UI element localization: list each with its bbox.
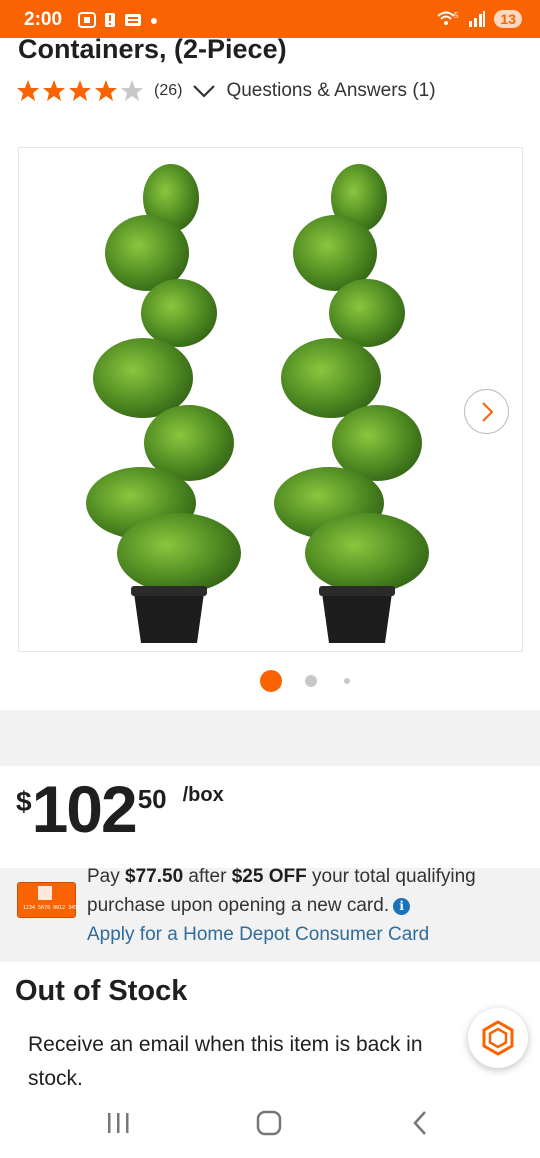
system-navigation-bar [0,1098,540,1158]
gallery-pagination [0,669,540,693]
home-depot-logo [38,886,52,900]
back-icon[interactable] [408,1110,434,1136]
credit-card-promo: 1234 5678 9012 3456 Pay $77.50 after $25… [0,866,540,962]
star-icon [17,80,39,101]
stock-status-title: Out of Stock [15,975,188,1007]
status-system-icons: 5 13 [436,10,522,28]
dot-icon [151,18,157,24]
section-divider [0,710,540,766]
battery-icon: 13 [494,10,522,28]
pagination-dot-active[interactable] [260,670,282,692]
promo-text: Pay $77.50 after $25 OFF your total qual… [87,862,507,949]
home-icon[interactable] [256,1110,282,1136]
product-image [274,164,429,643]
alert-icon [105,13,115,27]
product-title: Containers, (2-Piece) [18,34,287,64]
star-icon [95,80,117,101]
promo-discounted-price: $77.50 [125,866,184,887]
status-notification-icons [78,12,158,28]
price-unit: /box [182,784,224,806]
stock-notify-message: Receive an email when this item is back … [28,1033,423,1090]
pagination-dot[interactable] [305,675,317,687]
star-rating [16,79,144,103]
status-time: 2:00 [24,9,63,30]
message-icon [125,14,141,26]
star-empty-icon [121,80,143,101]
chevron-right-icon [481,401,493,422]
info-icon[interactable]: i [393,898,411,915]
product-image [86,164,241,643]
price-cents: 50 [137,784,167,814]
wifi-icon: 5 [437,11,459,25]
signal-icon [469,11,486,27]
card-number: 1234 5678 9012 3456 [23,905,81,911]
star-icon [69,80,91,101]
promo-discount: $25 OFF [231,866,307,887]
status-bar: 2:00 5 13 [0,0,540,38]
star-icon [43,80,65,101]
next-image-button[interactable] [464,389,509,434]
chat-assistant-button[interactable] [468,1008,528,1068]
price: $ 102 50 /box [16,770,224,848]
hexagon-chat-icon [482,1020,514,1056]
promo-prefix: Pay [87,866,126,887]
credit-card-icon: 1234 5678 9012 3456 [17,882,80,918]
review-count[interactable]: (26) [154,82,182,100]
rating-row[interactable]: (26) Questions & Answers (1) [16,78,436,104]
svg-text:5: 5 [454,11,459,20]
price-dollars: 102 [31,772,138,846]
pagination-dot[interactable] [344,678,350,684]
apply-card-link[interactable]: Apply for a Home Depot Consumer Card [87,924,429,945]
recent-apps-icon[interactable] [105,1110,131,1136]
screenshot-icon [78,12,96,28]
chevron-down-icon[interactable] [192,83,216,99]
price-currency: $ [16,786,32,817]
questions-answers-link[interactable]: Questions & Answers (1) [226,80,435,102]
product-image-gallery[interactable] [18,147,523,652]
promo-mid: after [183,866,232,887]
